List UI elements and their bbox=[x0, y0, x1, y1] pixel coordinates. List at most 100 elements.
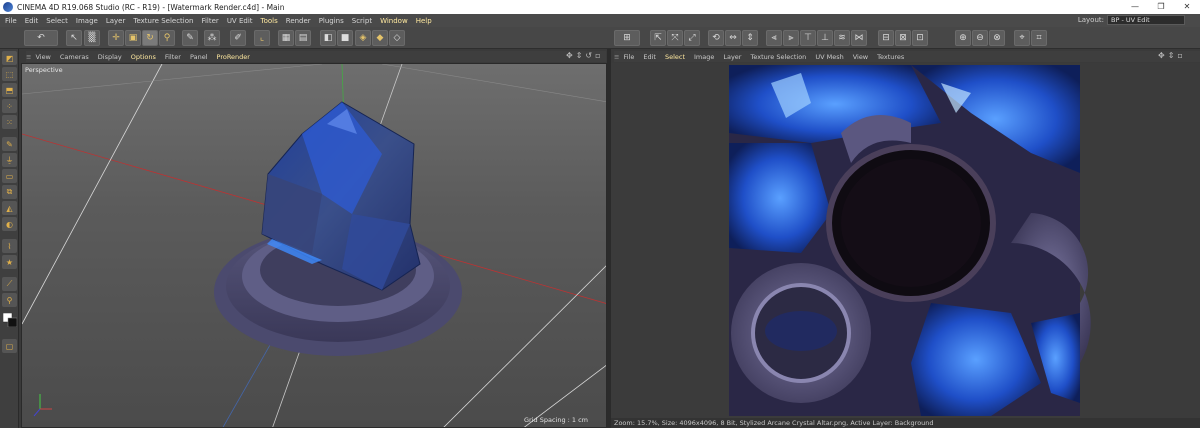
texture-mode-icon[interactable]: ⬒ bbox=[2, 83, 17, 97]
uv-split-icon[interactable]: ⊖ bbox=[972, 30, 988, 46]
menu-uv-edit[interactable]: UV Edit bbox=[227, 17, 253, 25]
uv-align-top-icon[interactable]: ⊤ bbox=[800, 30, 816, 46]
uv-stretch-icon[interactable]: ⊠ bbox=[895, 30, 911, 46]
uv-menu-textures[interactable]: Textures bbox=[877, 53, 904, 61]
uv-rotate-icon[interactable]: ⟲ bbox=[708, 30, 724, 46]
color-swatch-icon[interactable] bbox=[2, 313, 17, 327]
window-controls: — ❐ ✕ bbox=[1122, 0, 1200, 14]
uv-transform-icon[interactable]: ⌗ bbox=[1031, 30, 1047, 46]
render-view-icon[interactable]: ▦ bbox=[278, 30, 294, 46]
uv-select-icon[interactable]: ⇱ bbox=[650, 30, 666, 46]
sculpt-icon[interactable]: ⌇ bbox=[2, 239, 17, 253]
undo-icon[interactable]: ↶ bbox=[24, 30, 58, 46]
menu-texture-selection[interactable]: Texture Selection bbox=[133, 17, 193, 25]
uv-cube-icon[interactable]: ◇ bbox=[389, 30, 405, 46]
uv-zoom-icon[interactable]: ⇕ bbox=[1168, 51, 1175, 62]
uv-texture-view[interactable] bbox=[611, 63, 1200, 418]
uv-mirror-icon[interactable]: ⇔ bbox=[725, 30, 741, 46]
scale-icon[interactable]: ▣ bbox=[125, 30, 141, 46]
render-picture-icon[interactable]: ▤ bbox=[295, 30, 311, 46]
dodge-icon[interactable]: ◐ bbox=[2, 217, 17, 231]
uv-menu-uv-mesh[interactable]: UV Mesh bbox=[815, 53, 843, 61]
uv-relax-icon[interactable]: ⋈ bbox=[851, 30, 867, 46]
uv-align-bottom-icon[interactable]: ⊥ bbox=[817, 30, 833, 46]
clone-icon[interactable]: ⧉ bbox=[2, 185, 17, 199]
uv-points-icon[interactable]: ⁙ bbox=[2, 115, 17, 129]
stamp-icon[interactable]: ⏚ bbox=[2, 153, 17, 167]
uv-scale-icon[interactable]: ⤢ bbox=[684, 30, 700, 46]
uv-optimal-icon[interactable]: ⊡ bbox=[912, 30, 928, 46]
uv-menu-texture-selection[interactable]: Texture Selection bbox=[750, 53, 806, 61]
uv-menu-edit[interactable]: Edit bbox=[643, 53, 656, 61]
menu-edit[interactable]: Edit bbox=[25, 17, 39, 25]
uv-weld-icon[interactable]: ⊕ bbox=[955, 30, 971, 46]
viewport-menu-options[interactable]: Options bbox=[131, 53, 156, 61]
texture-cube-icon[interactable]: ◈ bbox=[355, 30, 371, 46]
material-icon[interactable]: ◧ bbox=[320, 30, 336, 46]
snap-icon[interactable]: ✎ bbox=[182, 30, 198, 46]
select-all-icon[interactable]: ▒ bbox=[84, 30, 100, 46]
live-selection-icon[interactable]: ↖ bbox=[66, 30, 82, 46]
3d-viewport[interactable]: Perspective Grid Spacing: 1 cm bbox=[21, 63, 607, 428]
viewport-menu-display[interactable]: Display bbox=[98, 53, 122, 61]
model-mode-icon[interactable]: ◩ bbox=[2, 51, 17, 65]
maximize-view-icon[interactable]: ▫ bbox=[595, 51, 600, 62]
points-mode-icon[interactable]: ⁘ bbox=[2, 99, 17, 113]
uv-menu-file[interactable]: File bbox=[623, 53, 634, 61]
pencil-icon[interactable]: ✐ bbox=[230, 30, 246, 46]
star-icon[interactable]: ★ bbox=[2, 255, 17, 269]
coordinate-system-icon[interactable]: ⌞ bbox=[254, 30, 270, 46]
uv-align-left-icon[interactable]: ⫷ bbox=[766, 30, 782, 46]
menu-plugins[interactable]: Plugins bbox=[319, 17, 344, 25]
uv-maximize-icon[interactable]: ▫ bbox=[1177, 51, 1182, 62]
magnify-icon[interactable]: ⚲ bbox=[2, 293, 17, 307]
pan-icon[interactable]: ✥ bbox=[566, 51, 573, 62]
uv-align-right-icon[interactable]: ⫸ bbox=[783, 30, 799, 46]
viewport-menu-prorender[interactable]: ProRender bbox=[217, 53, 250, 61]
uv-distribute-icon[interactable]: ≋ bbox=[834, 30, 850, 46]
minimize-button[interactable]: — bbox=[1122, 0, 1148, 14]
menu-image[interactable]: Image bbox=[76, 17, 98, 25]
uv-grid-icon[interactable]: ⊞ bbox=[614, 30, 640, 46]
menu-window[interactable]: Window bbox=[380, 17, 408, 25]
close-button[interactable]: ✕ bbox=[1174, 0, 1200, 14]
uv-menu-select[interactable]: Select bbox=[665, 53, 685, 61]
viewport-menu-cameras[interactable]: Cameras bbox=[60, 53, 89, 61]
orbit-icon[interactable]: ↺ bbox=[585, 51, 592, 62]
brush-icon[interactable]: ✎ bbox=[2, 137, 17, 151]
uv-sew-icon[interactable]: ⊗ bbox=[989, 30, 1005, 46]
brush-size-icon[interactable]: ⁂ bbox=[204, 30, 220, 46]
zoom-icon[interactable]: ⇕ bbox=[576, 51, 583, 62]
menu-tools[interactable]: Tools bbox=[261, 17, 278, 25]
uv-menu-view[interactable]: View bbox=[853, 53, 868, 61]
uv-flip-icon[interactable]: ⇕ bbox=[742, 30, 758, 46]
cube-icon[interactable]: ■ bbox=[337, 30, 353, 46]
object-mode-icon[interactable]: ⬚ bbox=[2, 67, 17, 81]
menu-filter[interactable]: Filter bbox=[201, 17, 218, 25]
layout-dropdown[interactable]: BP - UV Edit bbox=[1107, 15, 1185, 25]
viewport-menu-view[interactable]: View bbox=[35, 53, 50, 61]
maximize-button[interactable]: ❐ bbox=[1148, 0, 1174, 14]
uv-snap-icon[interactable]: ⌖ bbox=[1014, 30, 1030, 46]
menu-render[interactable]: Render bbox=[286, 17, 311, 25]
uv-pan-icon[interactable]: ✥ bbox=[1158, 51, 1165, 62]
menu-file[interactable]: File bbox=[5, 17, 17, 25]
uv-menu-layer[interactable]: Layer bbox=[723, 53, 741, 61]
menu-layer[interactable]: Layer bbox=[106, 17, 126, 25]
rotate-icon[interactable]: ↻ bbox=[142, 30, 158, 46]
axis-lock-icon[interactable]: ⚲ bbox=[159, 30, 175, 46]
uv-move-icon[interactable]: ⤧ bbox=[667, 30, 683, 46]
uv-menu-image[interactable]: Image bbox=[694, 53, 714, 61]
menu-script[interactable]: Script bbox=[352, 17, 372, 25]
uv-pack-icon[interactable]: ⊟ bbox=[878, 30, 894, 46]
move-icon[interactable]: ✛ bbox=[108, 30, 124, 46]
fill-icon[interactable]: ◭ bbox=[2, 201, 17, 215]
paint-cube-icon[interactable]: ◆ bbox=[372, 30, 388, 46]
eraser-icon[interactable]: ▭ bbox=[2, 169, 17, 183]
viewport-menu-panel[interactable]: Panel bbox=[190, 53, 208, 61]
menu-help[interactable]: Help bbox=[416, 17, 432, 25]
viewport-menu-filter[interactable]: Filter bbox=[165, 53, 181, 61]
menu-select[interactable]: Select bbox=[46, 17, 68, 25]
layer-icon[interactable]: ▢ bbox=[2, 339, 17, 353]
eyedropper-icon[interactable]: ⟋ bbox=[2, 277, 17, 291]
